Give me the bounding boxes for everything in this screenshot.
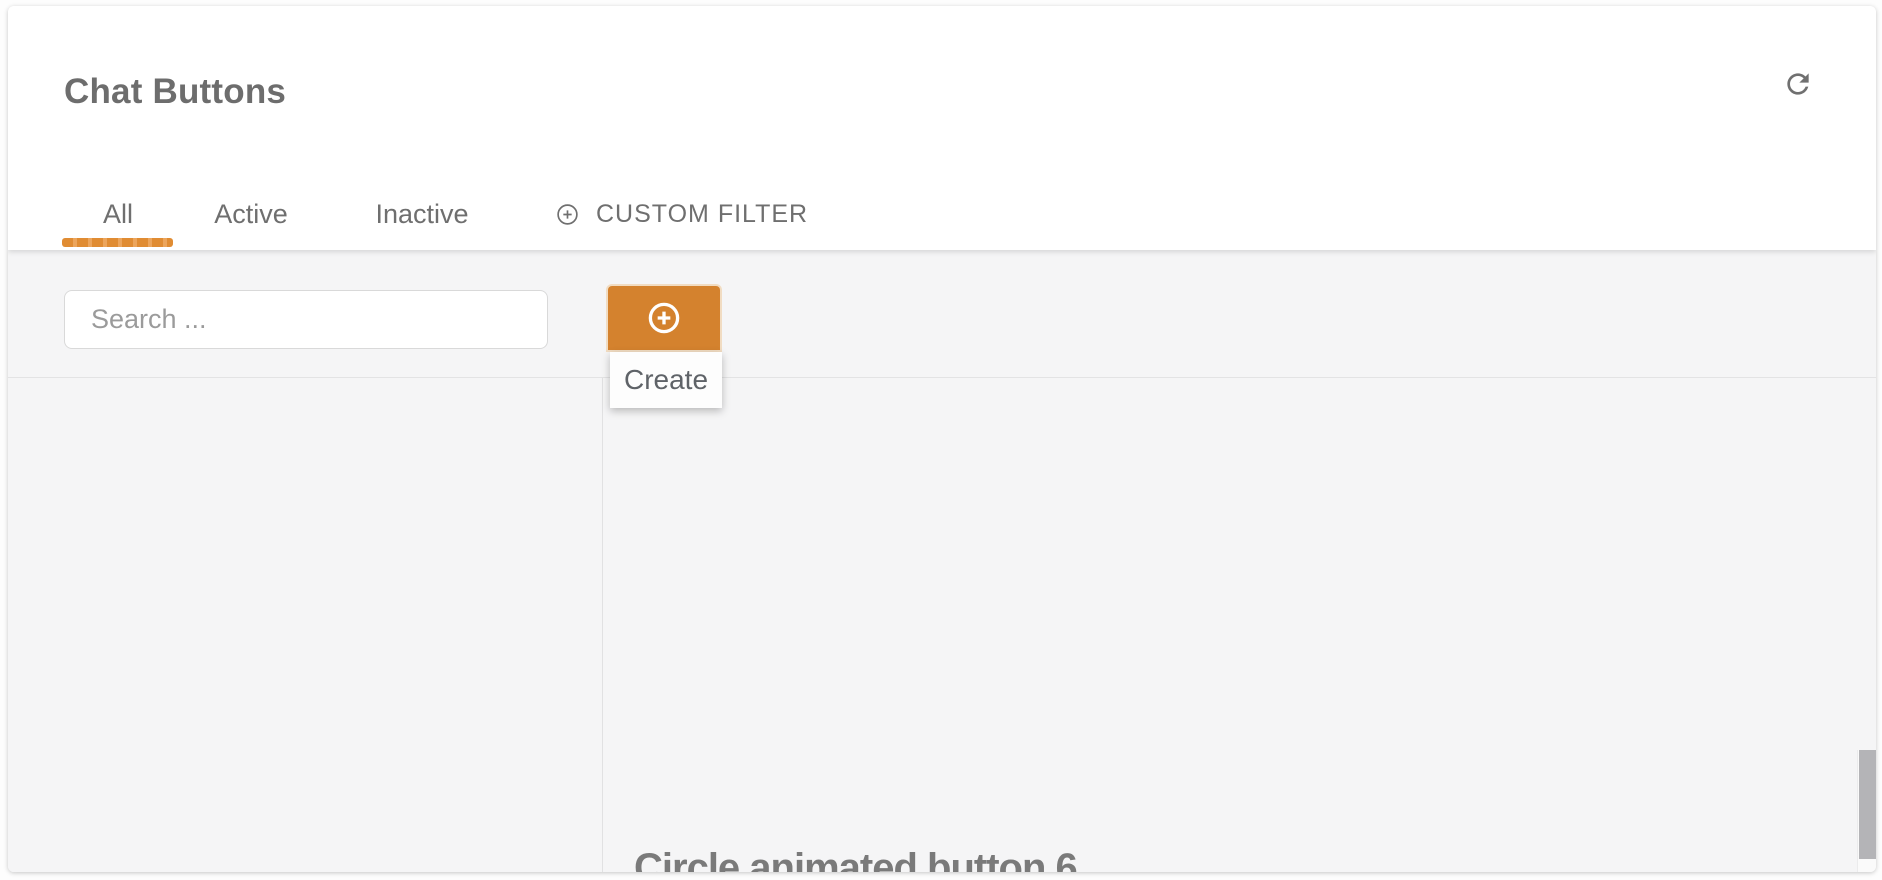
app-root: Chat Buttons All Active Inactive [0,0,1882,880]
custom-filter-label: CUSTOM FILTER [596,200,808,229]
toolbar: Create [8,250,1876,378]
tab-active[interactable]: Active [213,192,289,236]
search-input[interactable] [64,290,548,349]
details-panel [604,378,1876,872]
tab-inactive[interactable]: Inactive [377,192,467,236]
refresh-icon [1782,68,1814,100]
plus-circle-icon [555,202,580,227]
scrollbar[interactable] [1857,750,1876,872]
chat-button-title: Circle animated button 6 [634,846,1077,872]
create-menu-item[interactable]: Create [624,364,708,396]
create-menu: Create [610,352,722,408]
tab-active-label: Active [214,199,288,230]
main-card: Chat Buttons All Active Inactive [8,6,1876,872]
header: Chat Buttons All Active Inactive [8,6,1876,250]
tab-all[interactable]: All [62,192,174,236]
plus-circle-icon [645,299,683,337]
tab-inactive-label: Inactive [375,199,468,230]
refresh-button[interactable] [1778,64,1818,104]
preview-panel [8,378,603,872]
tab-all-label: All [103,199,133,230]
scrollbar-thumb[interactable] [1859,750,1876,859]
create-button[interactable] [608,286,720,350]
content-area: Circle animated button 6 0 0 [8,378,1876,872]
custom-filter-button[interactable]: CUSTOM FILTER [555,192,808,236]
active-tab-underline [62,238,173,247]
page-title: Chat Buttons [64,72,286,112]
